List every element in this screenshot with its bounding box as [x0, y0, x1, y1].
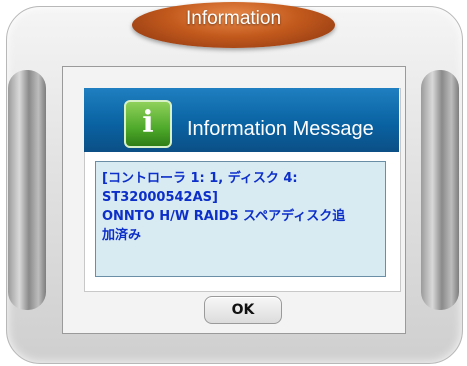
left-side-handle: [8, 70, 46, 310]
banner-title: Information Message: [187, 118, 374, 140]
message-line: ONNTO H/W RAID5 スペアディスク追: [102, 209, 346, 224]
ok-button[interactable]: OK: [204, 296, 282, 324]
message-box: [コントローラ 1: 1, ディスク 4: ST32000542AS] ONNT…: [95, 161, 386, 277]
dialog-title: Information: [185, 8, 282, 29]
message-line: [コントローラ 1: 1, ディスク 4:: [102, 171, 298, 186]
message-line: 加済み: [102, 228, 142, 243]
right-side-handle: [421, 70, 459, 310]
info-icon: i: [124, 100, 172, 148]
message-line: ST32000542AS]: [102, 190, 218, 205]
